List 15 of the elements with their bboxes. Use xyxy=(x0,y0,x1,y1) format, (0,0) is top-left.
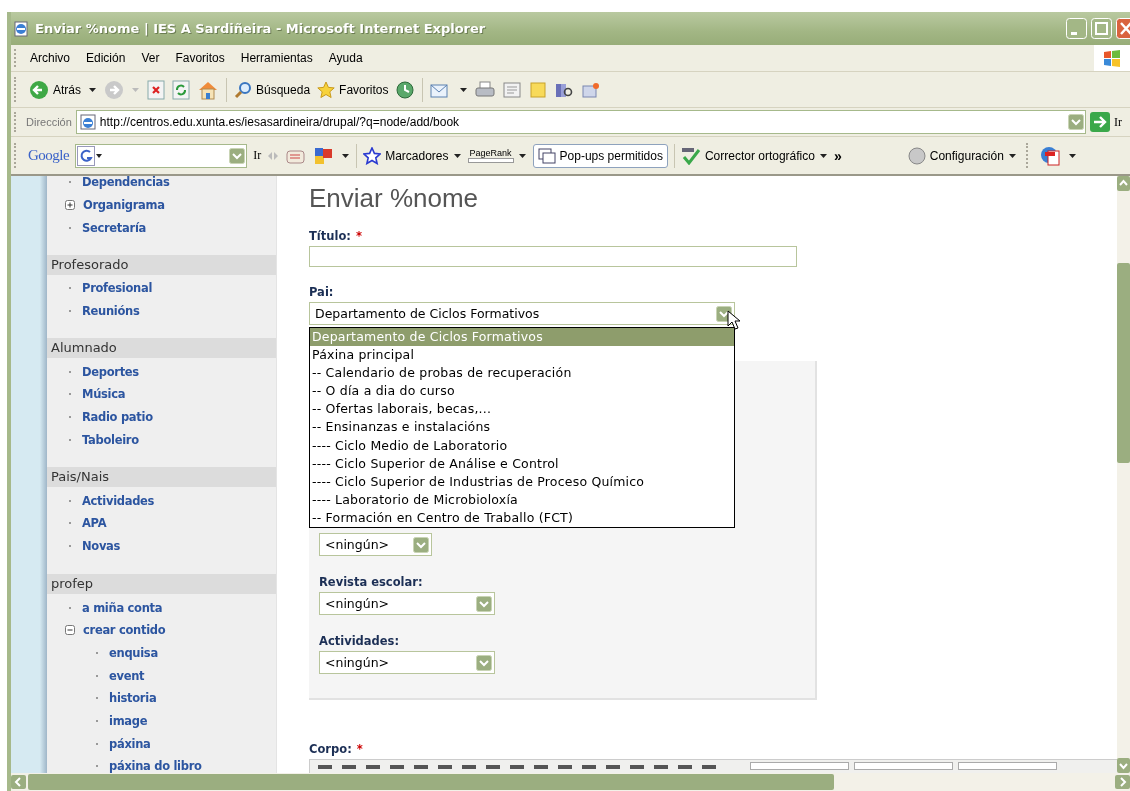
address-label: Dirección xyxy=(26,116,72,128)
field-label: Pai: xyxy=(309,285,334,299)
page-heading: Enviar %nome xyxy=(309,183,480,214)
required-mark: * xyxy=(356,742,363,756)
sidebar-heading: profep xyxy=(47,574,276,595)
required-mark: * xyxy=(355,229,362,243)
sidebar-heading: Profesorado xyxy=(47,255,276,276)
sidebar-heading: Alumnado xyxy=(47,338,276,359)
field-label: Corpo: xyxy=(309,742,352,756)
window-title: Enviar %nome | IES A Sardiñeira - Microsoft Internet Explorer xyxy=(35,21,486,36)
field-label: Título: xyxy=(309,229,351,243)
google-logo: Google xyxy=(28,147,70,164)
sidebar-heading: Pais/Nais xyxy=(47,467,276,488)
field-label: Actividades: xyxy=(319,634,400,648)
field-label: Revista escolar: xyxy=(319,575,423,589)
